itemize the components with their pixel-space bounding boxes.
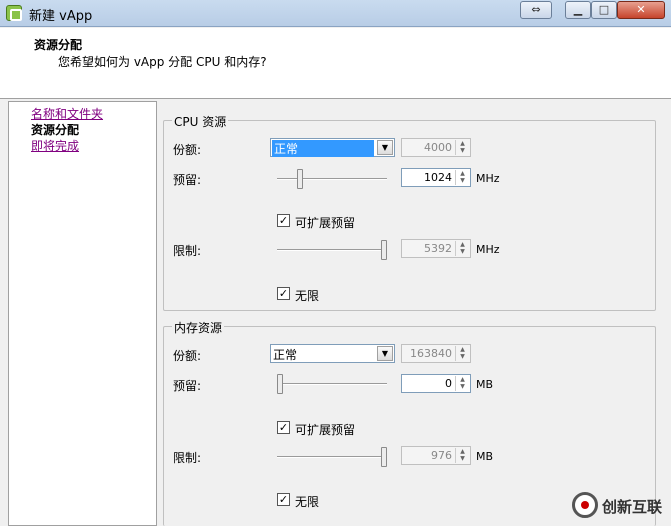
- memory-reservation-label: 预留:: [173, 379, 202, 393]
- nav-step-name-folder[interactable]: 名称和文件夹: [31, 105, 103, 122]
- cpu-limit-label: 限制:: [173, 244, 202, 258]
- dropdown-arrow-icon: ▼: [377, 346, 393, 361]
- spin-arrows-icon: ▲ ▼: [455, 140, 469, 155]
- memory-reservation-slider-thumb[interactable]: [277, 374, 283, 394]
- memory-unlimited-checkbox[interactable]: ✓: [277, 493, 290, 506]
- wizard-header: 资源分配 您希望如何为 vApp 分配 CPU 和内存?: [0, 28, 671, 99]
- maximize-button[interactable]: □: [591, 1, 617, 19]
- cpu-shares-select[interactable]: 正常 ▼: [270, 138, 395, 157]
- dropdown-arrow-icon: ▼: [377, 140, 393, 155]
- cpu-reservation-label: 预留:: [173, 173, 202, 187]
- vapp-app-icon: [6, 5, 22, 21]
- cpu-limit-slider-track: [277, 249, 387, 251]
- nav-step-ready-to-complete[interactable]: 即将完成: [31, 137, 79, 154]
- spin-arrows-icon: ▲ ▼: [455, 448, 469, 463]
- memory-unlimited-label: 无限: [295, 495, 320, 509]
- cpu-reservation-slider-thumb[interactable]: [297, 169, 303, 189]
- memory-reservation-input[interactable]: 0 ▲ ▼: [401, 374, 471, 393]
- watermark-text: 创新互联: [602, 498, 663, 516]
- window-title: 新建 vApp: [29, 9, 93, 24]
- spin-arrows-icon[interactable]: ▲ ▼: [455, 170, 469, 185]
- cpu-reservation-input[interactable]: 1024 ▲ ▼: [401, 168, 471, 187]
- cpu-shares-value-field: 4000 ▲ ▼: [401, 138, 471, 157]
- check-icon: ✓: [278, 214, 289, 227]
- minimize-button[interactable]: ▁: [565, 1, 591, 19]
- memory-group-title: 内存资源: [172, 319, 225, 336]
- memory-shares-label: 份额:: [173, 349, 202, 363]
- memory-shares-select[interactable]: 正常 ▼: [270, 344, 395, 363]
- nav-step-resource-allocation: 资源分配: [31, 123, 80, 137]
- cpu-resources-group: CPU 资源 份额: 正常 ▼ 4000 ▲ ▼ 预留: 1024 ▲ ▼ MHz …: [163, 113, 656, 311]
- memory-shares-value: 163840: [410, 347, 452, 360]
- memory-reservation-value: 0: [445, 377, 452, 390]
- check-icon: ✓: [278, 421, 289, 434]
- cpu-unlimited-label: 无限: [295, 289, 320, 303]
- memory-limit-slider-thumb: [381, 447, 387, 467]
- cpu-shares-value: 4000: [424, 141, 452, 154]
- restore-button[interactable]: ⇔: [520, 1, 552, 19]
- wizard-steps-nav: 名称和文件夹 资源分配 即将完成: [8, 101, 157, 526]
- memory-limit-label: 限制:: [173, 451, 202, 465]
- cpu-reservation-slider-track[interactable]: [277, 178, 387, 180]
- watermark: 创新互联: [572, 490, 668, 520]
- spin-arrows-icon: ▲ ▼: [455, 241, 469, 256]
- cpu-group-title: CPU 资源: [172, 113, 229, 130]
- spin-arrows-icon[interactable]: ▲ ▼: [455, 376, 469, 391]
- memory-reservation-slider-track[interactable]: [277, 383, 387, 385]
- title-bar: 新建 vApp ⇔ ▁ □ ✕: [0, 0, 671, 27]
- watermark-logo-icon: [572, 492, 598, 518]
- cpu-shares-selected: 正常: [272, 140, 374, 157]
- check-icon: ✓: [278, 493, 289, 506]
- cpu-expandable-checkbox[interactable]: ✓: [277, 214, 290, 227]
- cpu-shares-label: 份额:: [173, 143, 202, 157]
- memory-limit-value: 976: [431, 449, 452, 462]
- cpu-limit-slider-thumb: [381, 240, 387, 260]
- memory-limit-slider-track: [277, 456, 387, 458]
- memory-reservation-unit: MB: [476, 378, 494, 391]
- cpu-limit-value: 5392: [424, 242, 452, 255]
- close-button[interactable]: ✕: [617, 1, 665, 19]
- memory-shares-selected: 正常: [273, 348, 298, 362]
- cpu-expandable-label: 可扩展预留: [295, 216, 356, 230]
- memory-expandable-label: 可扩展预留: [295, 423, 356, 437]
- cpu-reservation-value: 1024: [424, 171, 452, 184]
- memory-expandable-checkbox[interactable]: ✓: [277, 421, 290, 434]
- cpu-limit-input: 5392 ▲ ▼: [401, 239, 471, 258]
- memory-limit-input: 976 ▲ ▼: [401, 446, 471, 465]
- spin-arrows-icon: ▲ ▼: [455, 346, 469, 361]
- cpu-reservation-unit: MHz: [476, 172, 500, 185]
- page-subtitle: 您希望如何为 vApp 分配 CPU 和内存?: [58, 55, 267, 69]
- check-icon: ✓: [278, 287, 289, 300]
- memory-limit-unit: MB: [476, 450, 494, 463]
- cpu-unlimited-checkbox[interactable]: ✓: [277, 287, 290, 300]
- memory-shares-value-field: 163840 ▲ ▼: [401, 344, 471, 363]
- cpu-limit-unit: MHz: [476, 243, 500, 256]
- page-title: 资源分配: [34, 38, 83, 52]
